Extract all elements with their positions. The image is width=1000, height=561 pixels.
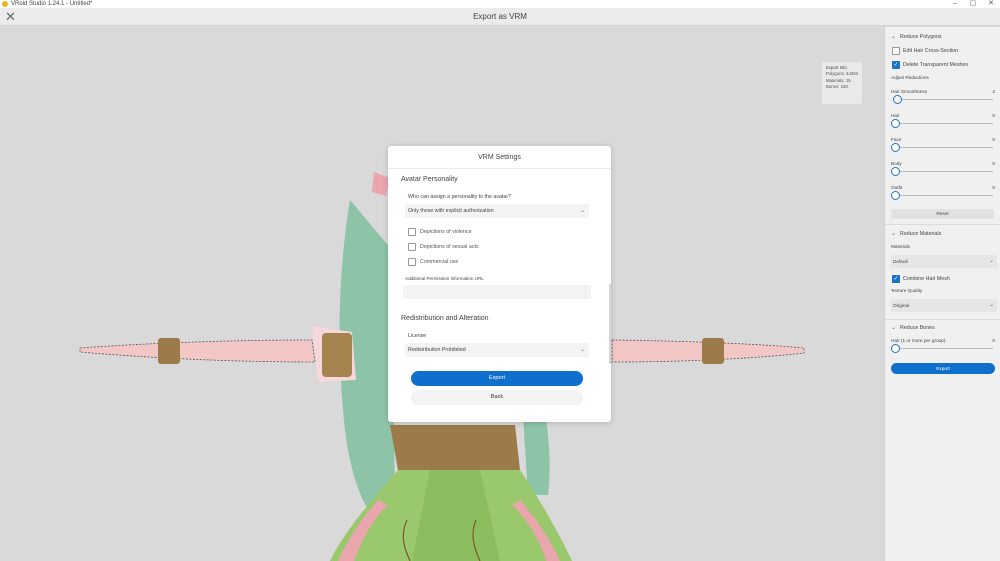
app-header: ✕ Export as VRM <box>0 8 1000 26</box>
checkbox-sexual-acts[interactable] <box>408 243 416 251</box>
section-divider <box>885 224 1000 225</box>
panel-export-button[interactable]: Export <box>891 363 995 374</box>
materials-select[interactable]: Default ⌄ <box>891 255 997 268</box>
slider-thumb[interactable] <box>891 344 900 353</box>
materials-label: Materials <box>891 244 910 249</box>
permission-url-input[interactable] <box>403 285 591 299</box>
checkbox-combine-hair-mesh[interactable]: ✓ <box>892 275 900 283</box>
vrm-settings-dialog: VRM Settings Avatar Personality Who can … <box>388 146 611 422</box>
back-button[interactable]: Back <box>411 390 583 405</box>
slider-track[interactable] <box>895 171 993 172</box>
license-select[interactable]: Redistribution Prohibited ⌄ <box>405 343 589 357</box>
combine-hair-mesh-label: Combine Hair Mesh <box>903 276 950 282</box>
check-sexual-acts-label: Depictions of sexual acts <box>420 244 479 250</box>
adjust-reductions-label: Adjust Reductions <box>891 75 929 80</box>
texture-quality-select[interactable]: Original ⌄ <box>891 299 997 312</box>
checkbox-violence[interactable] <box>408 228 416 236</box>
dialog-divider <box>388 168 611 169</box>
export-info-polygons: Polygons: 44393 <box>826 71 858 77</box>
reduce-bones-heading: Reduce Bones <box>900 325 935 331</box>
dialog-scrollbar[interactable] <box>609 284 611 364</box>
personality-select-value: Only those with explicit authorization <box>408 208 494 214</box>
export-button[interactable]: Export <box>411 371 583 386</box>
materials-select-value: Default <box>893 259 908 264</box>
personality-select[interactable]: Only those with explicit authorization ⌄ <box>405 204 589 218</box>
minimize-icon[interactable]: – <box>946 0 964 8</box>
chevron-down-icon: ⌄ <box>891 33 896 40</box>
slider-thumb[interactable] <box>891 119 900 128</box>
reduce-materials-section[interactable]: ⌄ Reduce Materials <box>891 230 941 237</box>
export-info-bones: Bones: 248 <box>826 84 858 90</box>
checkbox-commercial-use[interactable] <box>408 258 416 266</box>
slider-label: Hair Smoothness <box>891 89 927 94</box>
reduce-materials-heading: Reduce Materials <box>900 231 941 237</box>
slider-label: Face <box>891 137 901 142</box>
combine-hair-mesh-option[interactable]: ✓ Combine Hair Mesh <box>892 275 950 283</box>
slider-value: 2 <box>992 89 995 94</box>
edit-hair-cross-section-option[interactable]: Edit Hair Cross-Section <box>892 47 958 55</box>
slider-value: 0 <box>992 137 995 142</box>
close-icon[interactable]: ✕ <box>5 9 16 25</box>
slider-thumb[interactable] <box>893 95 902 104</box>
slider-value: 0 <box>992 185 995 190</box>
slider-thumb[interactable] <box>891 143 900 152</box>
chevron-down-icon: ⌄ <box>989 255 994 268</box>
check-violence-label: Depictions of violence <box>420 229 472 235</box>
slider-label: Body <box>891 161 902 166</box>
slider-value: 0 <box>992 161 995 166</box>
permission-url-label: Additional Permission Information URL <box>405 276 484 281</box>
personality-question: Who can assign a personality to the avat… <box>408 194 511 200</box>
check-sexual-acts[interactable]: Depictions of sexual acts <box>408 243 479 251</box>
os-titlebar: VRoid Studio 1.24.1 - Untitled* – ▢ ✕ <box>0 0 1000 8</box>
texture-quality-select-value: Original <box>893 303 909 308</box>
avatar-personality-heading: Avatar Personality <box>401 176 458 183</box>
check-commercial-use[interactable]: Commercial use <box>408 258 458 266</box>
reduce-polygons-section[interactable]: ⌄ Reduce Polygons <box>891 33 942 40</box>
slider-label: Hair (1 or more per group) <box>891 338 945 343</box>
chevron-down-icon: ⌄ <box>989 299 994 312</box>
license-select-value: Redistribution Prohibited <box>408 347 466 353</box>
maximize-icon[interactable]: ▢ <box>964 0 982 8</box>
slider-thumb[interactable] <box>891 191 900 200</box>
chevron-down-icon: ⌄ <box>891 324 896 331</box>
checkbox-edit-hair-cross-section[interactable] <box>892 47 900 55</box>
texture-quality-label: Texture Quality <box>891 288 922 293</box>
slider-track[interactable] <box>895 123 993 124</box>
reduce-polygons-heading: Reduce Polygons <box>900 34 942 40</box>
slider-track[interactable] <box>895 195 993 196</box>
slider-track[interactable] <box>895 348 993 349</box>
page-title: Export as VRM <box>473 12 527 21</box>
chevron-down-icon: ⌄ <box>891 230 896 237</box>
check-violence[interactable]: Depictions of violence <box>408 228 472 236</box>
chevron-down-icon: ⌄ <box>580 343 585 357</box>
slider-value: 0 <box>992 338 995 343</box>
checkbox-delete-transparent-meshes[interactable]: ✓ <box>892 61 900 69</box>
reduce-bones-section[interactable]: ⌄ Reduce Bones <box>891 324 935 331</box>
slider-track[interactable] <box>895 99 993 100</box>
slider-label: Hair <box>891 113 900 118</box>
window-close-icon[interactable]: ✕ <box>982 0 1000 8</box>
export-info-box: Export Info Polygons: 44393 Materials: 1… <box>822 62 862 104</box>
slider-thumb[interactable] <box>891 167 900 176</box>
slider-track[interactable] <box>895 147 993 148</box>
delete-transparent-meshes-option[interactable]: ✓ Delete Transparent Meshes <box>892 61 968 69</box>
check-commercial-use-label: Commercial use <box>420 259 458 265</box>
redistribution-heading: Redistribution and Alteration <box>401 315 489 322</box>
dialog-title: VRM Settings <box>388 154 611 161</box>
export-settings-panel: ⌄ Reduce Polygons Edit Hair Cross-Sectio… <box>884 27 1000 561</box>
chevron-down-icon: ⌄ <box>580 204 585 218</box>
edit-hair-cross-section-label: Edit Hair Cross-Section <box>903 48 958 54</box>
slider-label: Outfit <box>891 185 902 190</box>
window-title: VRoid Studio 1.24.1 - Untitled* <box>11 1 946 7</box>
reset-button[interactable]: Reset <box>891 209 994 219</box>
slider-value: 0 <box>992 113 995 118</box>
license-label: License <box>408 333 426 339</box>
delete-transparent-meshes-label: Delete Transparent Meshes <box>903 62 968 68</box>
vroid-app-icon <box>2 1 8 7</box>
section-divider <box>885 319 1000 320</box>
